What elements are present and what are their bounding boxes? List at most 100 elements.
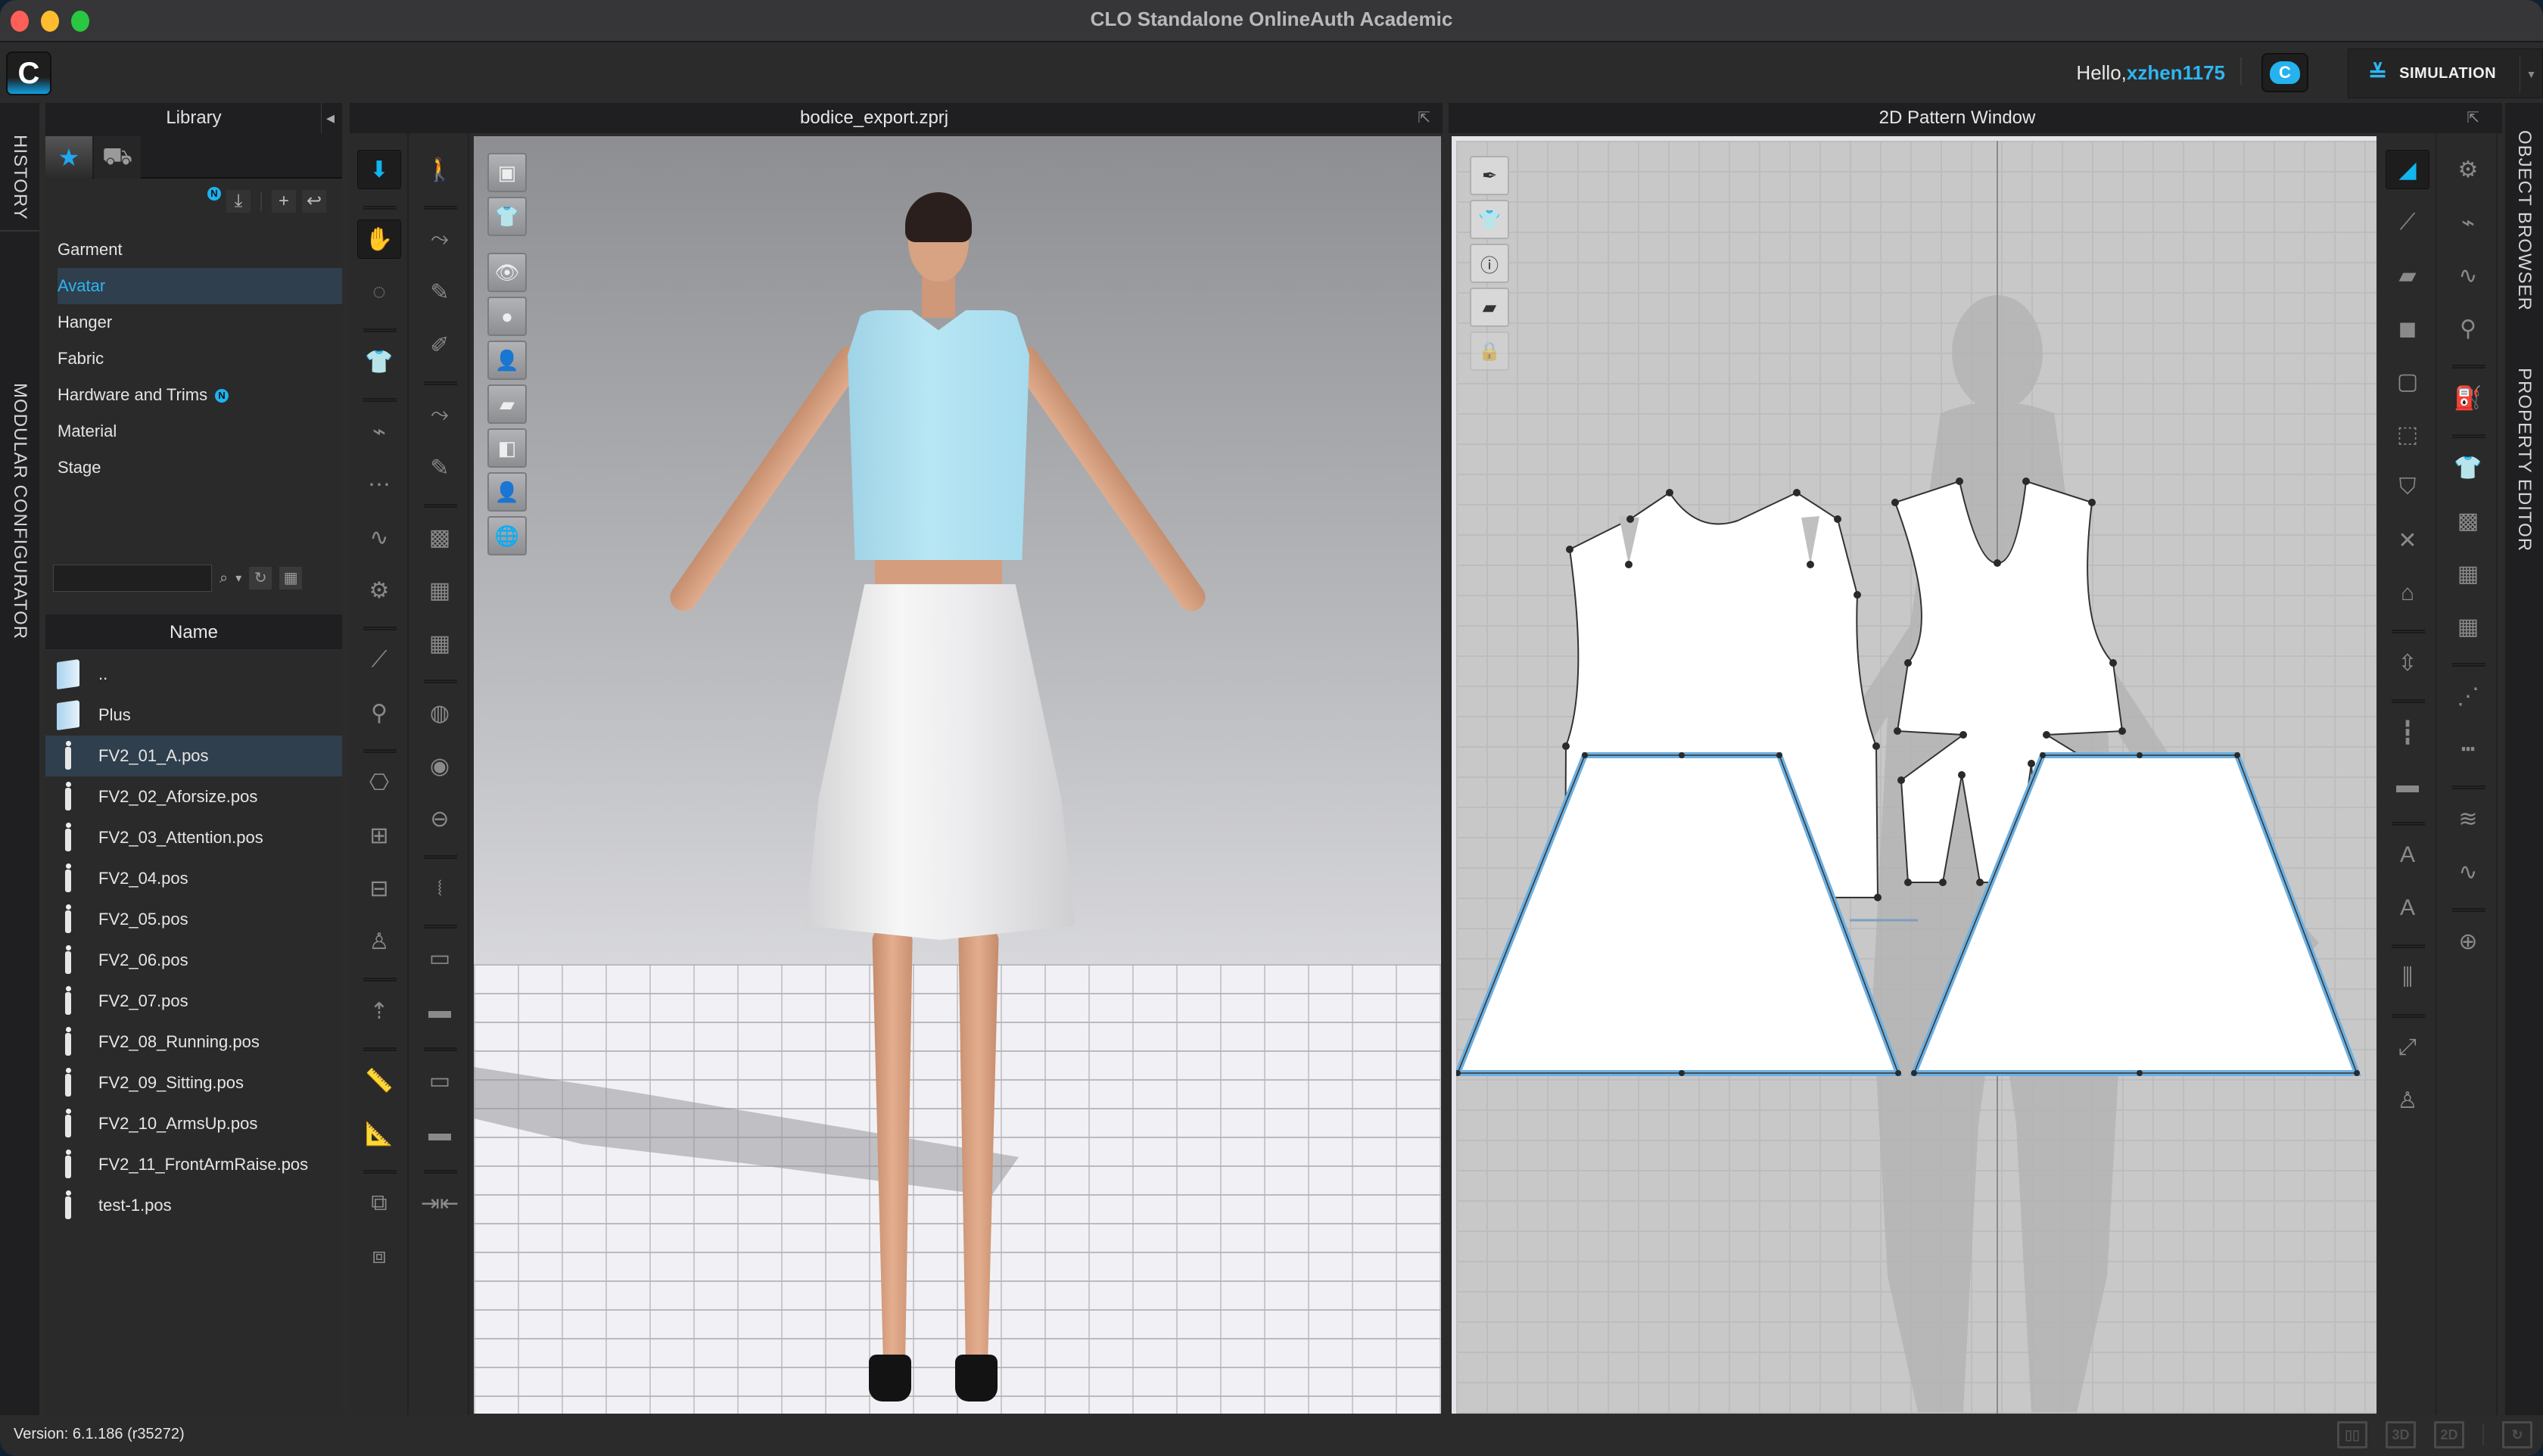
tack-tool[interactable]: ⎔ bbox=[357, 763, 401, 802]
topstitch-segment-tool[interactable]: ┅ bbox=[2446, 730, 2490, 769]
file-list-item[interactable]: test-1.pos bbox=[45, 1185, 342, 1226]
polygon-tool[interactable]: ▰ bbox=[2386, 256, 2429, 295]
elastic-select-tool[interactable]: ≋ bbox=[2446, 799, 2490, 838]
file-list-item[interactable]: FV2_09_Sitting.pos bbox=[45, 1062, 342, 1103]
split-view-button[interactable]: ▯▯ bbox=[2337, 1421, 2367, 1448]
edit-3d-drawing-tool[interactable]: ⤳ bbox=[418, 395, 462, 434]
popout-icon[interactable]: ⇱ bbox=[1418, 103, 1430, 133]
tape-measure-tool[interactable]: 📏 bbox=[357, 1061, 401, 1100]
tape-tool[interactable]: ▬ bbox=[418, 1114, 462, 1153]
simulation-tool[interactable]: ⬇ bbox=[357, 150, 401, 189]
draw-3d-line-tool[interactable]: ✎ bbox=[418, 448, 462, 487]
category-hanger[interactable]: Hanger bbox=[58, 304, 342, 341]
category-hardware-and-trims[interactable]: Hardware and Trims N bbox=[58, 377, 342, 413]
remesh-tool[interactable]: ⇡ bbox=[357, 991, 401, 1031]
refresh-view-button[interactable]: ↻ bbox=[2502, 1421, 2532, 1448]
2d-pattern-viewport[interactable]: ✒ 👕 ⓘ ▰ 🔒 bbox=[1452, 136, 2376, 1414]
file-list-item[interactable]: FV2_05.pos bbox=[45, 899, 342, 940]
pin-visibility-button[interactable]: ● bbox=[487, 297, 527, 336]
lock-pattern-button[interactable]: 🔒 bbox=[1470, 331, 1509, 371]
file-list-item[interactable]: FV2_10_ArmsUp.pos bbox=[45, 1103, 342, 1144]
select-mesh-brush-tool[interactable]: ◌ bbox=[357, 272, 401, 312]
category-garment[interactable]: Garment bbox=[58, 232, 342, 268]
edit-curve-point-tool[interactable]: ✕ bbox=[2386, 521, 2429, 560]
view-3d-button[interactable]: 3D bbox=[2386, 1421, 2416, 1448]
file-list-item[interactable]: FV2_11_FrontArmRaise.pos bbox=[45, 1144, 342, 1185]
simulation-mode-button[interactable]: ≚ SIMULATION ▼ bbox=[2348, 48, 2543, 98]
garment-skirt[interactable] bbox=[805, 584, 1075, 940]
annotation-tool[interactable]: A bbox=[2386, 888, 2429, 928]
search-icon[interactable]: ⌕ bbox=[219, 570, 228, 587]
category-avatar[interactable]: Avatar bbox=[58, 268, 342, 304]
rectangle-tool[interactable]: ◼ bbox=[2386, 309, 2429, 348]
avatar-arrange-tool[interactable]: ♙ bbox=[357, 922, 401, 961]
file-list-item[interactable]: FV2_08_Running.pos bbox=[45, 1022, 342, 1062]
category-material[interactable]: Material bbox=[58, 413, 342, 450]
garment-bodice[interactable] bbox=[848, 310, 1029, 560]
avatar-visibility-button[interactable]: 👤 bbox=[487, 341, 527, 380]
select-move-tool[interactable]: ✋ bbox=[357, 219, 401, 259]
avatar-pose-tool[interactable]: 🚶 bbox=[418, 150, 462, 189]
shrink-tool[interactable]: ⇥⇤ bbox=[418, 1184, 462, 1223]
edit-point-line-tool[interactable]: ⟋ bbox=[2386, 203, 2429, 242]
free-sewing-tool[interactable]: ⋯ bbox=[357, 465, 401, 504]
3d-viewport[interactable]: ▣ 👕 👁 ● 👤 ▰ ◧ 👤 🌐 bbox=[474, 136, 1441, 1414]
avatar-skin-button[interactable]: 👤 bbox=[487, 472, 527, 512]
avatar-pattern-tool[interactable]: ♙ bbox=[2386, 1081, 2429, 1120]
library-search-input[interactable] bbox=[53, 565, 212, 592]
username-link[interactable]: xzhen1175 bbox=[2127, 61, 2225, 84]
sewing-line-tool[interactable]: ∿ bbox=[357, 518, 401, 557]
file-list-item[interactable]: FV2_02_Aforsize.pos bbox=[45, 776, 342, 817]
button-select-tool[interactable]: ◍ bbox=[418, 693, 462, 733]
globe-button[interactable]: 🌐 bbox=[487, 516, 527, 555]
fold-tool[interactable]: ⇳ bbox=[2386, 643, 2429, 683]
category-fabric[interactable]: Fabric bbox=[58, 341, 342, 377]
info-visibility-button[interactable]: ⓘ bbox=[1470, 244, 1509, 283]
show-avatar-seam-tool[interactable]: ⚙ bbox=[357, 571, 401, 610]
garment-display-button[interactable]: 👕 bbox=[487, 197, 527, 236]
graphic-tool[interactable]: ▦ bbox=[418, 624, 462, 663]
topstitch-3d-tool[interactable]: ✐ bbox=[418, 325, 462, 365]
reset-arrangement-tool[interactable]: ⊟ bbox=[357, 869, 401, 908]
tab-history[interactable]: HISTORY bbox=[0, 103, 39, 232]
piping-tool[interactable]: ▬ bbox=[418, 991, 462, 1031]
piping-select-tool[interactable]: ▭ bbox=[418, 938, 462, 978]
tape-select-tool[interactable]: ▭ bbox=[418, 1061, 462, 1100]
pin-tool[interactable]: ⟋ bbox=[357, 640, 401, 680]
edit-sewing-2d-tool[interactable]: ⚙ bbox=[2446, 150, 2490, 189]
collapse-panel-icon[interactable]: ◂ bbox=[321, 103, 339, 133]
buttonhole-tool[interactable]: ⊖ bbox=[418, 799, 462, 838]
file-list-column-header[interactable]: Name bbox=[45, 614, 342, 651]
search-options-dropdown[interactable]: ▾ bbox=[235, 571, 241, 586]
fold-arrangement-tool[interactable]: 👕 bbox=[357, 342, 401, 381]
clo-set-cloud-button[interactable]: C bbox=[2261, 53, 2308, 92]
zipper-select-tool[interactable]: ⧉ bbox=[357, 1184, 401, 1223]
dart-tool[interactable]: ⛉ bbox=[2386, 468, 2429, 507]
tab-store[interactable]: ⛟ bbox=[94, 136, 141, 179]
segment-sewing-2d-tool[interactable]: ⌁ bbox=[2446, 203, 2490, 242]
arrangement-points-tool[interactable]: ⊞ bbox=[357, 816, 401, 855]
grading-tool[interactable]: ⤢ bbox=[2386, 1028, 2429, 1067]
file-list-item[interactable]: FV2_04.pos bbox=[45, 858, 342, 899]
measure-tool[interactable]: 📐 bbox=[357, 1114, 401, 1153]
category-stage[interactable]: Stage bbox=[58, 450, 342, 486]
grid-view-button[interactable]: ▦ bbox=[279, 567, 303, 590]
file-list-item[interactable]: FV2_06.pos bbox=[45, 940, 342, 981]
file-list-item[interactable]: FV2_01_A.pos bbox=[45, 736, 342, 776]
pin-box-tool[interactable]: ⚲ bbox=[357, 693, 401, 733]
topstitch-select-tool[interactable]: ⋰ bbox=[2446, 677, 2490, 716]
segment-sewing-tool[interactable]: ⌁ bbox=[357, 412, 401, 451]
transform-pattern-tool[interactable]: ◢ bbox=[2386, 150, 2429, 189]
add-favorite-button[interactable]: + bbox=[271, 189, 297, 213]
file-list-item[interactable]: FV2_03_Attention.pos bbox=[45, 817, 342, 858]
sewing-visibility-button[interactable]: ✒ bbox=[1470, 156, 1509, 195]
stage-scene-button[interactable]: ▣ bbox=[487, 153, 527, 192]
view-2d-button[interactable]: 2D bbox=[2434, 1421, 2464, 1448]
refresh-button[interactable]: ↻ bbox=[249, 567, 272, 590]
steam-iron-tool[interactable]: ⛽ bbox=[2446, 378, 2490, 418]
elastic-segment-tool[interactable]: ∿ bbox=[2446, 852, 2490, 891]
download-button[interactable]: ⤓ bbox=[226, 189, 251, 213]
tab-property-editor[interactable]: PROPERTY EDITOR bbox=[2505, 368, 2543, 686]
internal-rectangle-tool[interactable]: ⬚ bbox=[2386, 415, 2429, 454]
file-list-item[interactable]: FV2_07.pos bbox=[45, 981, 342, 1022]
